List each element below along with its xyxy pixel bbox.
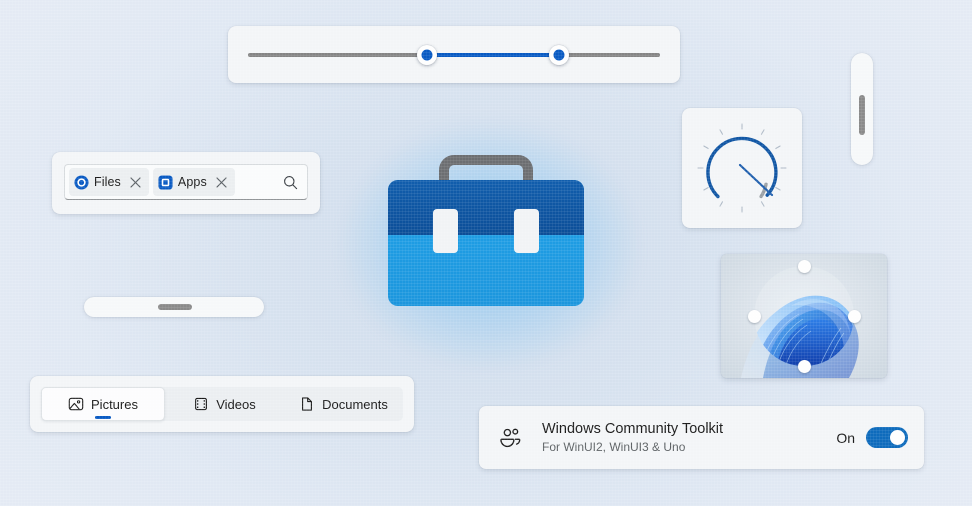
toggle-switch[interactable] (866, 427, 908, 448)
scrollbar-thumb[interactable] (859, 95, 865, 135)
token-box-card: Files Apps (52, 152, 320, 214)
tokenizing-text-box[interactable]: Files Apps (64, 164, 308, 200)
document-icon (302, 397, 313, 411)
radial-gauge[interactable] (682, 108, 802, 228)
radial-gauge-card (682, 108, 802, 228)
vertical-scrollbar[interactable] (851, 53, 873, 165)
range-slider[interactable] (248, 44, 660, 65)
toolkit-toolbox-logo (388, 155, 584, 306)
tab-label: Pictures (91, 396, 138, 412)
search-icon[interactable] (277, 169, 303, 195)
token-apps[interactable]: Apps (152, 168, 235, 196)
people-community-icon (500, 428, 521, 447)
token-label: Apps (177, 175, 207, 189)
tab-label: Documents (322, 396, 388, 412)
toggle-state-label: On (836, 429, 855, 446)
toggle-group[interactable]: On (836, 427, 908, 448)
circle-outline-icon (74, 174, 89, 190)
horizontal-scrollbar[interactable] (84, 297, 264, 317)
range-slider-thumb-min[interactable] (417, 44, 438, 65)
segmented-control-card: Pictures Videos Documents (30, 376, 414, 432)
crop-handle-right[interactable] (847, 309, 861, 323)
app-canvas: Files Apps Pictures Videos Documents Win… (0, 0, 972, 506)
search-input[interactable] (238, 167, 277, 197)
settings-title: Windows Community Toolkit (542, 421, 724, 437)
crop-handle-top[interactable] (797, 259, 811, 273)
token-files[interactable]: Files (69, 168, 149, 196)
crop-handle-left[interactable] (747, 309, 761, 323)
close-icon[interactable] (126, 172, 146, 192)
token-label: Files (94, 175, 121, 189)
tab-label: Videos (216, 396, 256, 412)
square-outline-icon (158, 174, 173, 190)
film-icon (195, 397, 208, 411)
settings-text-block: Windows Community Toolkit For WinUI2, Wi… (542, 420, 836, 455)
toggle-knob (889, 430, 905, 445)
image-cropper[interactable] (721, 254, 887, 378)
tab-pictures[interactable]: Pictures (41, 387, 165, 421)
tab-selection-indicator (95, 416, 111, 419)
settings-card[interactable]: Windows Community Toolkit For WinUI2, Wi… (479, 406, 924, 469)
settings-subtitle: For WinUI2, WinUI3 & Uno (542, 440, 686, 454)
tab-documents[interactable]: Documents (284, 387, 403, 421)
tab-videos[interactable]: Videos (165, 387, 284, 421)
range-slider-thumb-max[interactable] (549, 44, 570, 65)
scrollbar-thumb[interactable] (158, 304, 192, 310)
crop-handle-bottom[interactable] (797, 359, 811, 373)
close-icon[interactable] (212, 172, 232, 192)
picture-icon (68, 397, 84, 411)
segmented-control: Pictures Videos Documents (41, 387, 403, 421)
range-slider-fill (427, 52, 560, 57)
range-slider-card (228, 26, 680, 83)
